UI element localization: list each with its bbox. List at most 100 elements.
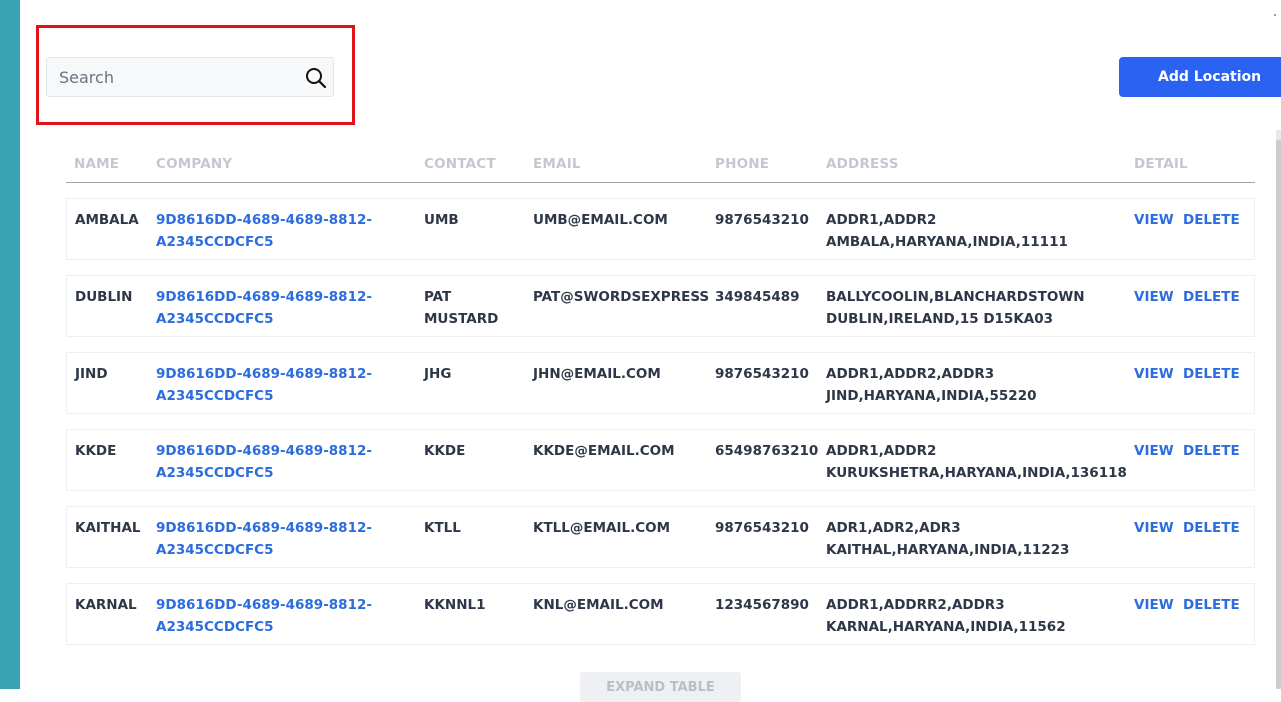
search-icon[interactable]: [305, 67, 327, 89]
cell-address: BALLYCOOLIN,BLANCHARDSTOWN DUBLIN,IRELAND…: [826, 286, 1085, 330]
address-line-1: BALLYCOOLIN,BLANCHARDSTOWN: [826, 289, 1085, 305]
scrollbar-thumb[interactable]: [1276, 140, 1281, 689]
cell-email: KNL@EMAIL.COM: [533, 597, 664, 613]
view-link[interactable]: VIEW: [1134, 209, 1174, 231]
window-dot: [1274, 14, 1276, 16]
cell-contact: UMB: [424, 209, 459, 231]
address-line-1: ADDR1,ADDR2,ADDR3: [826, 366, 995, 382]
header-address[interactable]: ADDRESS: [826, 156, 899, 172]
cell-name: KAITHAL: [75, 520, 141, 536]
cell-name: KKDE: [75, 443, 117, 459]
cell-company-link[interactable]: 9D8616DD-4689-4689-8812- A2345CCDCFC5: [156, 594, 372, 638]
address-line-1: ADR1,ADR2,ADR3: [826, 520, 961, 536]
delete-link[interactable]: DELETE: [1183, 517, 1240, 539]
address-line-2: KARNAL,HARYANA,INDIA,11562: [826, 619, 1066, 635]
add-location-button[interactable]: Add Location: [1119, 57, 1281, 97]
left-sidebar-strip: [0, 0, 20, 689]
cell-name: AMBALA: [75, 212, 139, 228]
expand-table-button[interactable]: EXPAND TABLE: [580, 672, 741, 702]
cell-company-link[interactable]: 9D8616DD-4689-4689-8812- A2345CCDCFC5: [156, 440, 372, 484]
cell-address: ADDR1,ADDR2,ADDR3 JIND,HARYANA,INDIA,5522…: [826, 363, 1036, 407]
cell-address: ADDR1,ADDRR2,ADDR3 KARNAL,HARYANA,INDIA,1…: [826, 594, 1066, 638]
cell-address: ADDR1,ADDR2 AMBALA,HARYANA,INDIA,11111: [826, 209, 1068, 253]
cell-company-link[interactable]: 9D8616DD-4689-4689-8812- A2345CCDCFC5: [156, 209, 372, 253]
contact-line-1: JHG: [424, 366, 452, 382]
company-line-1[interactable]: 9D8616DD-4689-4689-8812-: [156, 594, 372, 616]
address-line-1: ADDR1,ADDR2: [826, 443, 937, 459]
header-company[interactable]: COMPANY: [156, 156, 232, 172]
company-line-2[interactable]: A2345CCDCFC5: [156, 385, 372, 407]
cell-email: KKDE@EMAIL.COM: [533, 443, 675, 459]
cell-contact: KKDE: [424, 440, 465, 462]
cell-phone: 65498763210: [715, 443, 819, 459]
company-line-2[interactable]: A2345CCDCFC5: [156, 616, 372, 638]
view-link[interactable]: VIEW: [1134, 594, 1174, 616]
cell-company-link[interactable]: 9D8616DD-4689-4689-8812- A2345CCDCFC5: [156, 286, 372, 330]
search-box[interactable]: [46, 57, 334, 97]
address-line-1: ADDR1,ADDR2: [826, 212, 937, 228]
company-line-2[interactable]: A2345CCDCFC5: [156, 539, 372, 561]
header-name[interactable]: NAME: [74, 156, 119, 172]
delete-link[interactable]: DELETE: [1183, 286, 1240, 308]
company-line-2[interactable]: A2345CCDCFC5: [156, 462, 372, 484]
view-link[interactable]: VIEW: [1134, 286, 1174, 308]
view-link[interactable]: VIEW: [1134, 440, 1174, 462]
contact-line-1: UMB: [424, 212, 459, 228]
cell-company-link[interactable]: 9D8616DD-4689-4689-8812- A2345CCDCFC5: [156, 517, 372, 561]
cell-name: DUBLIN: [75, 289, 133, 305]
cell-email: KTLL@EMAIL.COM: [533, 520, 671, 536]
cell-phone: 349845489: [715, 289, 800, 305]
table-row: KAITHAL 9D8616DD-4689-4689-8812- A2345CCDC…: [66, 506, 1255, 568]
company-line-1[interactable]: 9D8616DD-4689-4689-8812-: [156, 440, 372, 462]
view-link[interactable]: VIEW: [1134, 517, 1174, 539]
contact-line-1: PAT: [424, 289, 452, 305]
address-line-1: ADDR1,ADDRR2,ADDR3: [826, 597, 1005, 613]
contact-line-1: KTLL: [424, 520, 461, 536]
delete-link[interactable]: DELETE: [1183, 209, 1240, 231]
table-row: KKDE 9D8616DD-4689-4689-8812- A2345CCDCFC5…: [66, 429, 1255, 491]
cell-phone: 9876543210: [715, 212, 809, 228]
cell-name: JIND: [75, 366, 108, 382]
cell-contact: PAT MUSTARD: [424, 286, 498, 330]
cell-address: ADR1,ADR2,ADR3 KAITHAL,HARYANA,INDIA,1122…: [826, 517, 1069, 561]
cell-address: ADDR1,ADDR2 KURUKSHETRA,HARYANA,INDIA,136…: [826, 440, 1127, 484]
cell-email: JHN@EMAIL.COM: [533, 366, 661, 382]
table-row: JIND 9D8616DD-4689-4689-8812- A2345CCDCFC5…: [66, 352, 1255, 414]
search-input[interactable]: [47, 58, 297, 96]
company-line-1[interactable]: 9D8616DD-4689-4689-8812-: [156, 363, 372, 385]
table-row: DUBLIN 9D8616DD-4689-4689-8812- A2345CCDCF…: [66, 275, 1255, 337]
table-row: KARNAL 9D8616DD-4689-4689-8812- A2345CCDCF…: [66, 583, 1255, 645]
contact-line-1: KKDE: [424, 443, 466, 459]
address-line-2: AMBALA,HARYANA,INDIA,11111: [826, 234, 1068, 250]
table-header: NAME COMPANY CONTACT EMAIL PHONE ADDRESS…: [66, 148, 1255, 183]
company-line-2[interactable]: A2345CCDCFC5: [156, 231, 372, 253]
header-phone[interactable]: PHONE: [715, 156, 769, 172]
cell-contact: KTLL: [424, 517, 461, 539]
cell-phone: 9876543210: [715, 366, 809, 382]
address-line-2: KURUKSHETRA,HARYANA,INDIA,136118: [826, 465, 1127, 481]
cell-email: PAT@SWORDSEXPRESS: [533, 289, 710, 305]
cell-contact: JHG: [424, 363, 451, 385]
delete-link[interactable]: DELETE: [1183, 440, 1240, 462]
contact-line-2: MUSTARD: [424, 311, 499, 327]
contact-line-1: KKNNL1: [424, 597, 486, 613]
cell-email: UMB@EMAIL.COM: [533, 212, 668, 228]
address-line-2: JIND,HARYANA,INDIA,55220: [826, 388, 1037, 404]
address-line-2: DUBLIN,IRELAND,15 D15KA03: [826, 311, 1054, 327]
company-line-1[interactable]: 9D8616DD-4689-4689-8812-: [156, 209, 372, 231]
header-contact[interactable]: CONTACT: [424, 156, 496, 172]
company-line-1[interactable]: 9D8616DD-4689-4689-8812-: [156, 286, 372, 308]
company-line-1[interactable]: 9D8616DD-4689-4689-8812-: [156, 517, 372, 539]
address-line-2: KAITHAL,HARYANA,INDIA,11223: [826, 542, 1070, 558]
cell-company-link[interactable]: 9D8616DD-4689-4689-8812- A2345CCDCFC5: [156, 363, 372, 407]
cell-name: KARNAL: [75, 597, 137, 613]
delete-link[interactable]: DELETE: [1183, 594, 1240, 616]
cell-phone: 9876543210: [715, 520, 809, 536]
view-link[interactable]: VIEW: [1134, 363, 1174, 385]
table-row: AMBALA 9D8616DD-4689-4689-8812- A2345CCDCF…: [66, 198, 1255, 260]
cell-phone: 1234567890: [715, 597, 809, 613]
header-email[interactable]: EMAIL: [533, 156, 581, 172]
cell-contact: KKNNL1: [424, 594, 486, 616]
delete-link[interactable]: DELETE: [1183, 363, 1240, 385]
company-line-2[interactable]: A2345CCDCFC5: [156, 308, 372, 330]
